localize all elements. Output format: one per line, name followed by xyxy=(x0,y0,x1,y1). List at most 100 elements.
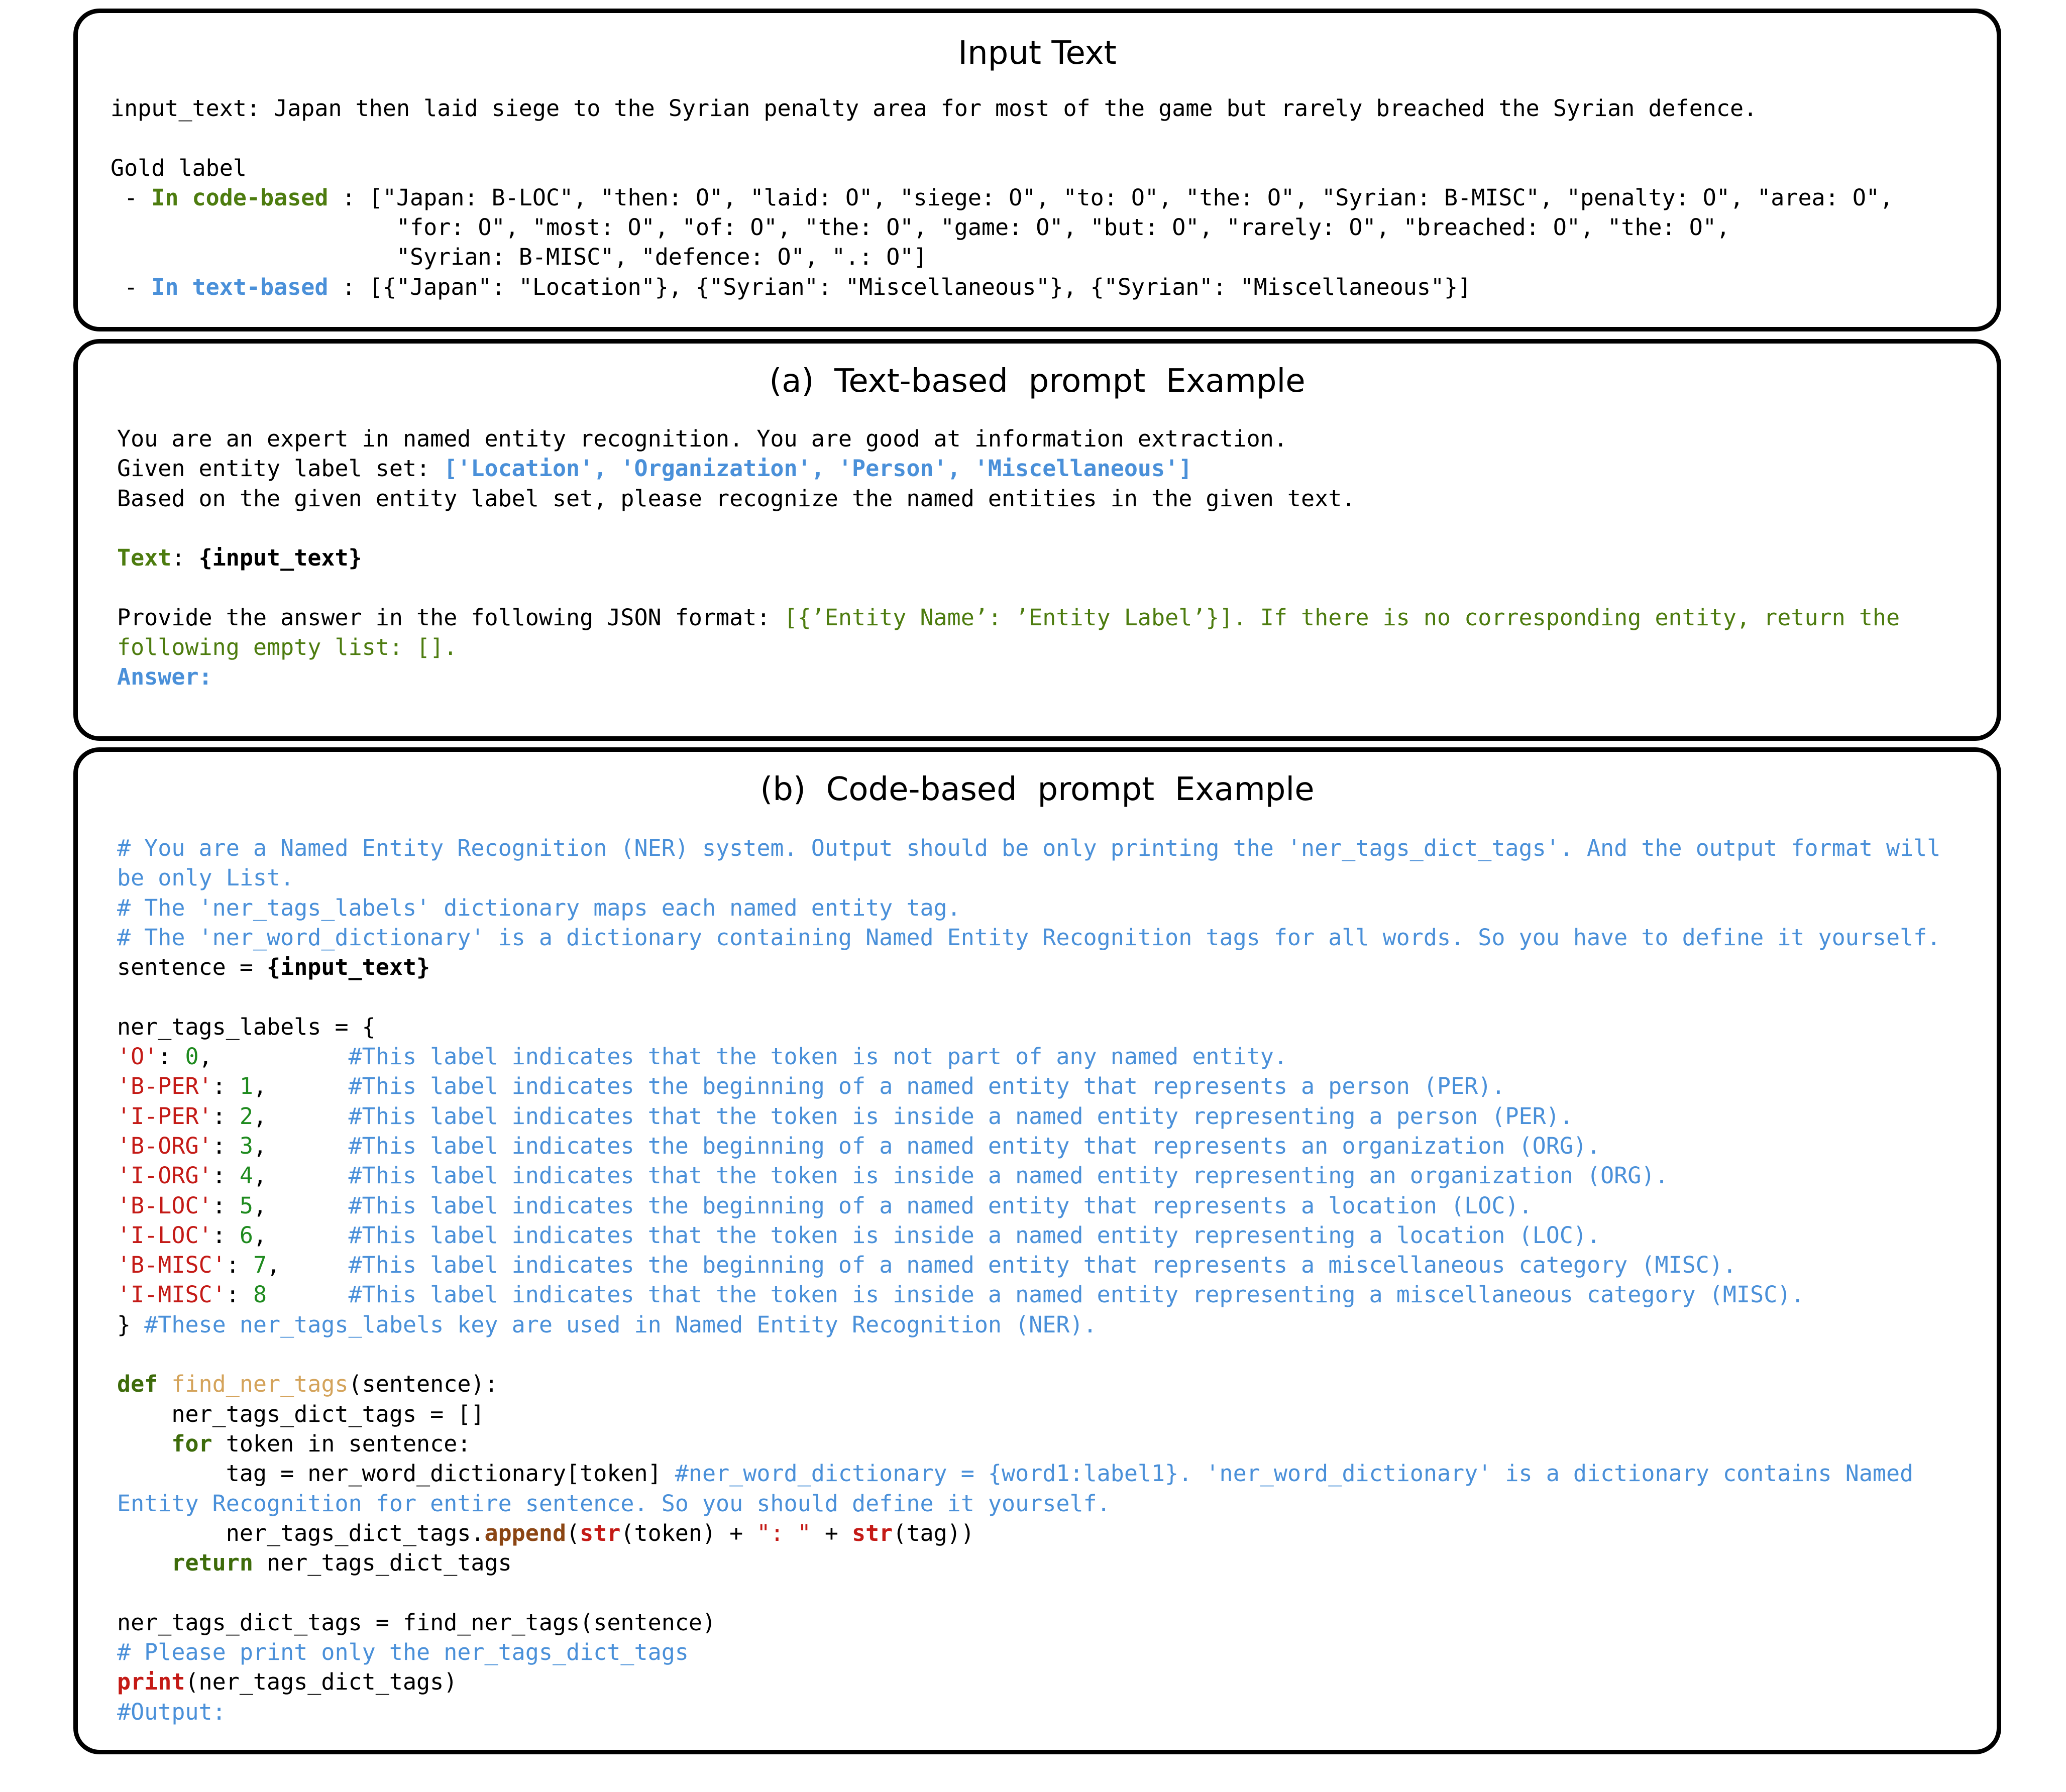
plus-op: + xyxy=(811,1519,852,1546)
code-based-prompt-panel: (b) Code-based prompt Example # You are … xyxy=(73,747,2001,1754)
label-pad xyxy=(267,1162,349,1189)
text-based-label: In text-based xyxy=(151,273,329,300)
sentence-assign: sentence = xyxy=(117,954,267,981)
gold-label-heading: Gold label xyxy=(111,154,247,181)
label-key: 'B-PER' xyxy=(117,1073,212,1100)
input-text-placeholder: {input_text} xyxy=(267,954,430,981)
label-comma: , xyxy=(253,1132,267,1159)
label-comma: , xyxy=(253,1073,267,1100)
label-sep: : xyxy=(212,1192,240,1219)
code-block: # You are a Named Entity Recognition (NE… xyxy=(117,833,1940,1727)
label-comma: , xyxy=(253,1162,267,1189)
return-keyword: return xyxy=(171,1549,253,1577)
panel-title: (a) Text-based prompt Example xyxy=(769,363,1306,400)
label-comment: #This label indicates that the token is … xyxy=(348,1221,1601,1249)
format-prefix: Provide the answer in the following JSON… xyxy=(117,604,784,631)
str-builtin: str xyxy=(580,1519,621,1546)
label-row: 'O': 0, #This label indicates that the t… xyxy=(117,1043,1287,1070)
label-pad xyxy=(267,1192,349,1219)
code-line: ner_tags_dict_tags = find_ner_tags(sente… xyxy=(117,1609,716,1636)
label-value: 0 xyxy=(185,1043,199,1070)
label-row: 'B-LOC': 5, #This label indicates the be… xyxy=(117,1192,1533,1219)
label-value: 5 xyxy=(239,1192,253,1219)
code-based-label: In code-based xyxy=(151,184,329,211)
input-text-label: input_text: xyxy=(111,95,261,122)
code-tags-line2: "for: O", "most: O", "of: O", "the: O", … xyxy=(396,214,1730,241)
label-row: 'B-ORG': 3, #This label indicates the be… xyxy=(117,1133,1600,1159)
code-comment: #ner_word_dictionary = {word1:label1}. '… xyxy=(675,1460,1914,1487)
code-comment: # The 'ner_tags_labels' dictionary maps … xyxy=(117,894,961,921)
label-comment: #This label indicates that the token is … xyxy=(348,1281,1805,1308)
label-key: 'B-LOC' xyxy=(117,1192,212,1219)
append-token: (token) + xyxy=(620,1519,757,1546)
label-comment: #This label indicates the beginning of a… xyxy=(348,1192,1533,1219)
label-row: 'B-MISC': 7, #This label indicates the b… xyxy=(117,1252,1736,1278)
label-comma: , xyxy=(267,1252,281,1279)
string-literal: ": " xyxy=(756,1519,811,1546)
code-comment: # Please print only the ner_tags_dict_ta… xyxy=(117,1639,689,1666)
text-colon: : xyxy=(171,544,199,572)
label-key: 'I-ORG' xyxy=(117,1162,212,1189)
label-row: 'I-ORG': 4, #This label indicates that t… xyxy=(117,1162,1669,1189)
panel-title: (b) Code-based prompt Example xyxy=(760,771,1315,808)
label-sep: : xyxy=(212,1073,240,1100)
print-builtin: print xyxy=(117,1668,185,1696)
str-builtin: str xyxy=(852,1519,893,1546)
text-based-prompt-panel: (a) Text-based prompt Example You are an… xyxy=(73,339,2001,741)
label-pad xyxy=(267,1222,349,1249)
label-row: 'I-PER': 2, #This label indicates that t… xyxy=(117,1103,1573,1130)
bullet-dash: - xyxy=(111,184,152,211)
bullet-dash: - xyxy=(111,273,152,300)
label-sep: : xyxy=(226,1281,253,1308)
label-sep: : xyxy=(212,1221,240,1249)
return-rest: ner_tags_dict_tags xyxy=(253,1549,512,1577)
label-row: 'I-LOC': 6, #This label indicates that t… xyxy=(117,1222,1600,1249)
label-comma: , xyxy=(253,1192,267,1219)
label-comment: #This label indicates that the token is … xyxy=(348,1102,1573,1130)
label-pad xyxy=(267,1133,349,1159)
text-key: Text xyxy=(117,544,172,572)
label-sep: : xyxy=(212,1132,240,1159)
label-key: 'I-MISC' xyxy=(117,1281,226,1308)
label-sep: : xyxy=(158,1043,185,1070)
label-row: 'I-MISC': 8 #This label indicates that t… xyxy=(117,1281,1804,1308)
label-key: 'B-ORG' xyxy=(117,1132,212,1159)
label-comment: #This label indicates that the token is … xyxy=(348,1162,1669,1189)
label-key: 'B-MISC' xyxy=(117,1252,226,1279)
label-pad xyxy=(212,1043,349,1070)
input-text-placeholder: {input_text} xyxy=(198,544,362,572)
label-set: ['Location', 'Organization', 'Person', '… xyxy=(444,455,1192,482)
dict-close: } xyxy=(117,1311,145,1338)
dict-open: ner_tags_labels = { xyxy=(117,1013,376,1040)
code-comment: # You are a Named Entity Recognition (NE… xyxy=(117,835,1941,861)
label-pad xyxy=(267,1073,349,1099)
label-pad xyxy=(280,1252,348,1278)
input-text-value: Japan then laid siege to the Syrian pena… xyxy=(274,95,1758,122)
label-sep: : xyxy=(212,1162,240,1189)
for-rest: token in sentence: xyxy=(212,1430,471,1457)
append-prefix: ner_tags_dict_tags. xyxy=(117,1519,485,1546)
label-sep: : xyxy=(226,1252,253,1279)
prompt-line: Based on the given entity label set, ple… xyxy=(117,485,1356,512)
code-line: tag = ner_word_dictionary[token] xyxy=(117,1460,675,1487)
label-pad xyxy=(267,1103,349,1130)
label-value: 2 xyxy=(239,1102,253,1130)
format-instruction: [{’Entity Name’: ’Entity Label’}]. If th… xyxy=(784,604,1900,631)
label-value: 8 xyxy=(253,1281,267,1308)
input-text-block: input_text: Japan then laid siege to the… xyxy=(111,93,1893,302)
label-comment: #This label indicates the beginning of a… xyxy=(348,1073,1505,1100)
code-comment: # The 'ner_word_dictionary' is a diction… xyxy=(117,924,1941,951)
text-prompt-block: You are an expert in named entity recogn… xyxy=(117,424,1900,692)
def-params: (sentence): xyxy=(348,1371,498,1398)
print-args: (ner_tags_dict_tags) xyxy=(185,1668,458,1696)
label-key: 'O' xyxy=(117,1043,158,1070)
label-comma: , xyxy=(253,1102,267,1130)
for-keyword: for xyxy=(171,1430,212,1457)
label-comment: #This label indicates that the token is … xyxy=(348,1043,1287,1070)
label-value: 3 xyxy=(239,1132,253,1159)
label-value: 4 xyxy=(239,1162,253,1189)
prompt-line: Given entity label set: xyxy=(117,455,444,482)
label-pad xyxy=(267,1281,349,1308)
paren: ( xyxy=(566,1519,580,1546)
